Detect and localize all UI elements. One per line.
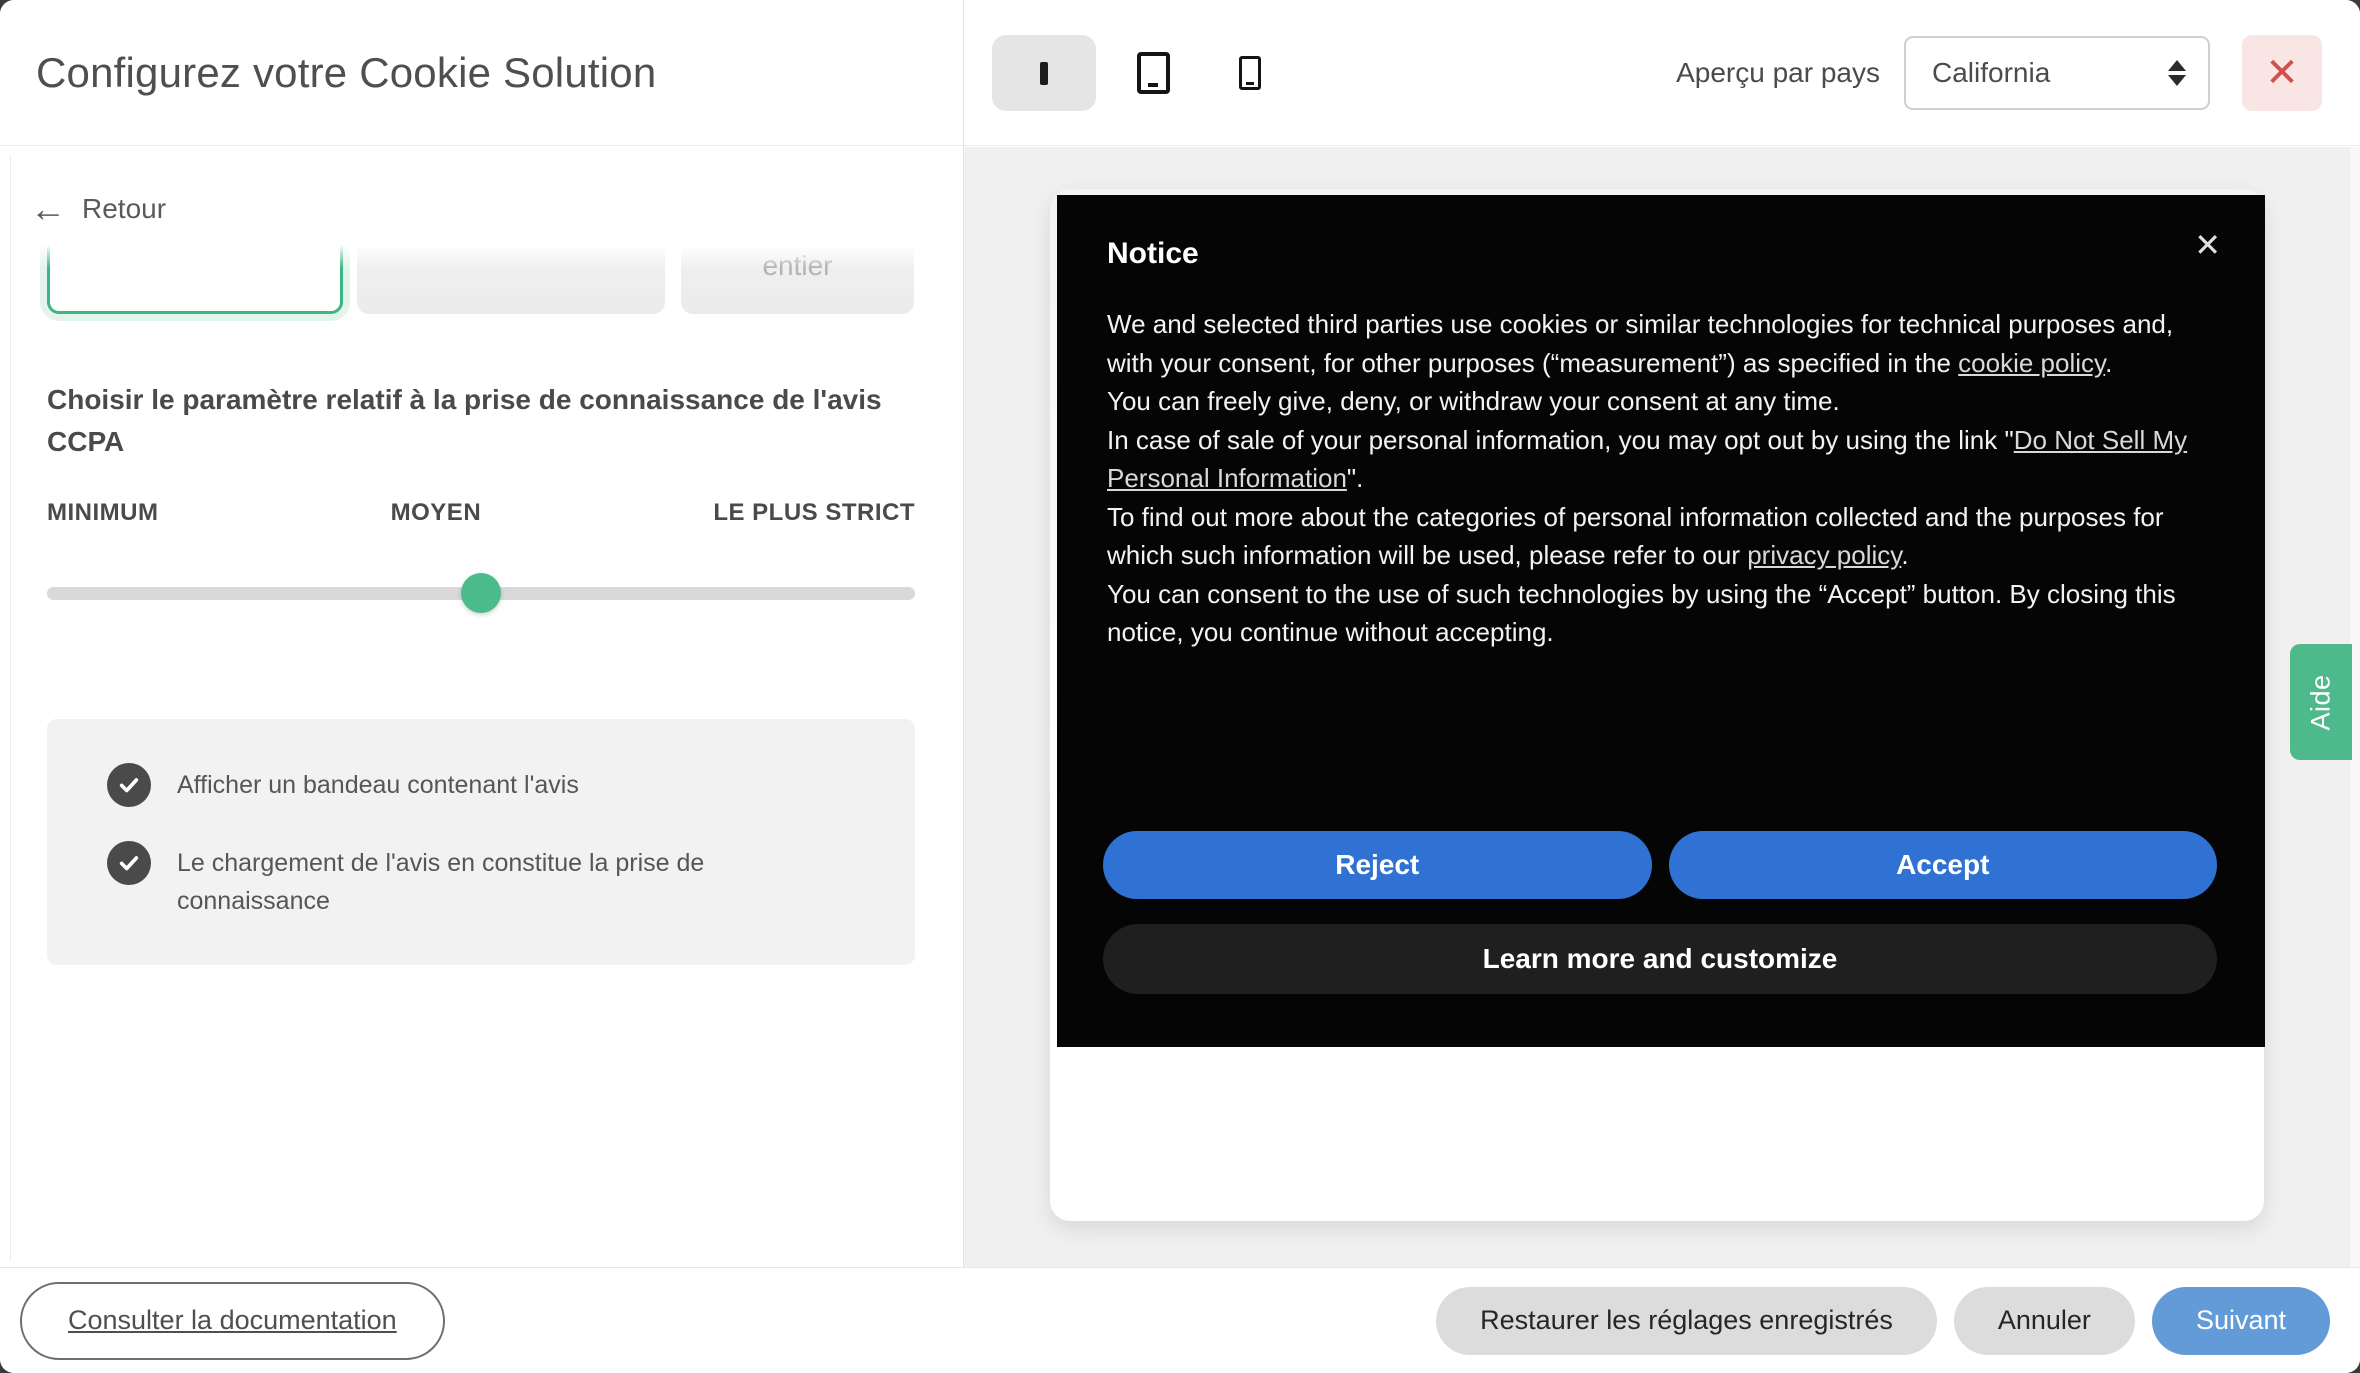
- ccpa-heading: Choisir le paramètre relatif à la prise …: [47, 384, 882, 457]
- device-tablet-button[interactable]: [1108, 35, 1198, 111]
- back-label: Retour: [82, 193, 167, 224]
- notice-title: Notice: [1107, 237, 1199, 270]
- check-icon: [119, 778, 139, 793]
- check-icon: [119, 856, 139, 871]
- notice-button-row: Reject Accept: [1103, 831, 2217, 899]
- select-arrows-icon: [2168, 60, 2186, 86]
- notice-body: We and selected third parties use cookie…: [1107, 305, 2215, 652]
- slider-labels: MINIMUM MOYEN LE PLUS STRICT: [47, 499, 915, 527]
- checkbox-show-banner[interactable]: [107, 763, 151, 807]
- notice-close-icon[interactable]: ✕: [2194, 229, 2221, 261]
- tablet-icon: [1136, 52, 1170, 94]
- notice-text: In case of sale of your personal informa…: [1107, 424, 2014, 455]
- accept-button[interactable]: Accept: [1668, 831, 2217, 899]
- documentation-button[interactable]: Consulter la documentation: [20, 1281, 445, 1360]
- options-card: Afficher un bandeau contenant l'avis Le …: [47, 719, 915, 965]
- cookie-notice-banner: Notice ✕ We and selected third parties u…: [1057, 195, 2265, 1047]
- left-arrow-icon: ←: [30, 188, 66, 229]
- option-row-load-consent: Le chargement de l'avis en constitue la …: [107, 841, 875, 920]
- layout-card-3[interactable]: entier: [681, 242, 914, 314]
- scrollbar-track[interactable]: [10, 155, 11, 1261]
- layout-card-selected[interactable]: [47, 242, 343, 314]
- configuration-panel: ← Retour entier Choisir le paramètre rel…: [0, 147, 963, 1267]
- device-preview-toggle: [992, 35, 1290, 111]
- footer-actions: Restaurer les réglages enregistrés Annul…: [1436, 1286, 2330, 1355]
- country-select[interactable]: California: [1904, 36, 2210, 110]
- strictness-slider-handle[interactable]: [461, 573, 501, 613]
- help-tab[interactable]: Aide: [2290, 644, 2352, 760]
- page-title: Configurez votre Cookie Solution: [36, 49, 657, 96]
- notice-text: ".: [1346, 463, 1364, 493]
- reject-button[interactable]: Reject: [1103, 831, 1652, 899]
- strictness-slider-track[interactable]: [47, 573, 915, 613]
- notice-paragraph: You can consent to the use of such techn…: [1107, 575, 2215, 652]
- footer-bar: Consulter la documentation Restaurer les…: [0, 1267, 2360, 1373]
- notice-paragraph: To find out more about the categories of…: [1107, 498, 2215, 575]
- panel-divider: [963, 0, 964, 1267]
- restore-settings-button[interactable]: Restaurer les réglages enregistrés: [1436, 1286, 1937, 1355]
- cancel-button[interactable]: Annuler: [1953, 1286, 2135, 1355]
- notice-text: .: [2105, 347, 2113, 378]
- desktop-icon: [1015, 61, 1073, 85]
- notice-text: .: [1901, 540, 1909, 570]
- layout-card-3-label: entier: [762, 250, 833, 281]
- option-label-load-consent: Le chargement de l'avis en constitue la …: [177, 849, 705, 915]
- notice-text: You can consent to the use of such techn…: [1107, 578, 2176, 648]
- help-tab-label: Aide: [2305, 673, 2336, 731]
- preview-pane: Notice ✕ We and selected third parties u…: [964, 147, 2360, 1267]
- slider-label-strict: LE PLUS STRICT: [713, 499, 915, 526]
- slider-label-moyen: MOYEN: [390, 499, 482, 526]
- option-row-banner: Afficher un bandeau contenant l'avis: [107, 763, 875, 807]
- layout-card-2[interactable]: [357, 242, 665, 314]
- back-link[interactable]: ← Retour: [30, 191, 166, 227]
- checkbox-load-consent[interactable]: [107, 841, 151, 885]
- mobile-icon: [1239, 56, 1261, 90]
- layout-cards-row: entier: [40, 242, 922, 324]
- notice-paragraph: In case of sale of your personal informa…: [1107, 421, 2215, 498]
- slider-label-minimum: MINIMUM: [47, 499, 159, 526]
- notice-text: You can freely give, deny, or withdraw y…: [1107, 386, 1840, 416]
- learn-more-button[interactable]: Learn more and customize: [1103, 924, 2217, 994]
- top-bar-right: Aperçu par pays California ✕: [964, 0, 2360, 146]
- privacy-policy-link[interactable]: privacy policy: [1747, 540, 1901, 570]
- device-mobile-button[interactable]: [1210, 35, 1290, 111]
- country-select-value: California: [1932, 57, 2051, 88]
- next-button[interactable]: Suivant: [2151, 1286, 2330, 1355]
- option-label-banner: Afficher un bandeau contenant l'avis: [177, 771, 579, 799]
- modal-close-button[interactable]: ✕: [2242, 35, 2322, 111]
- country-preview-label: Aperçu par pays: [1676, 57, 1880, 88]
- cookie-solution-modal: Configurez votre Cookie Solution Aperçu …: [0, 0, 2360, 1373]
- cookie-policy-link[interactable]: cookie policy: [1958, 348, 2105, 378]
- notice-paragraph: We and selected third parties use cookie…: [1107, 305, 2215, 382]
- device-desktop-button[interactable]: [992, 35, 1096, 111]
- top-bar: Configurez votre Cookie Solution Aperçu …: [0, 0, 2360, 146]
- notice-paragraph: You can freely give, deny, or withdraw y…: [1107, 382, 2215, 421]
- close-icon: ✕: [2265, 51, 2299, 95]
- notice-text: To find out more about the categories of…: [1107, 501, 2164, 571]
